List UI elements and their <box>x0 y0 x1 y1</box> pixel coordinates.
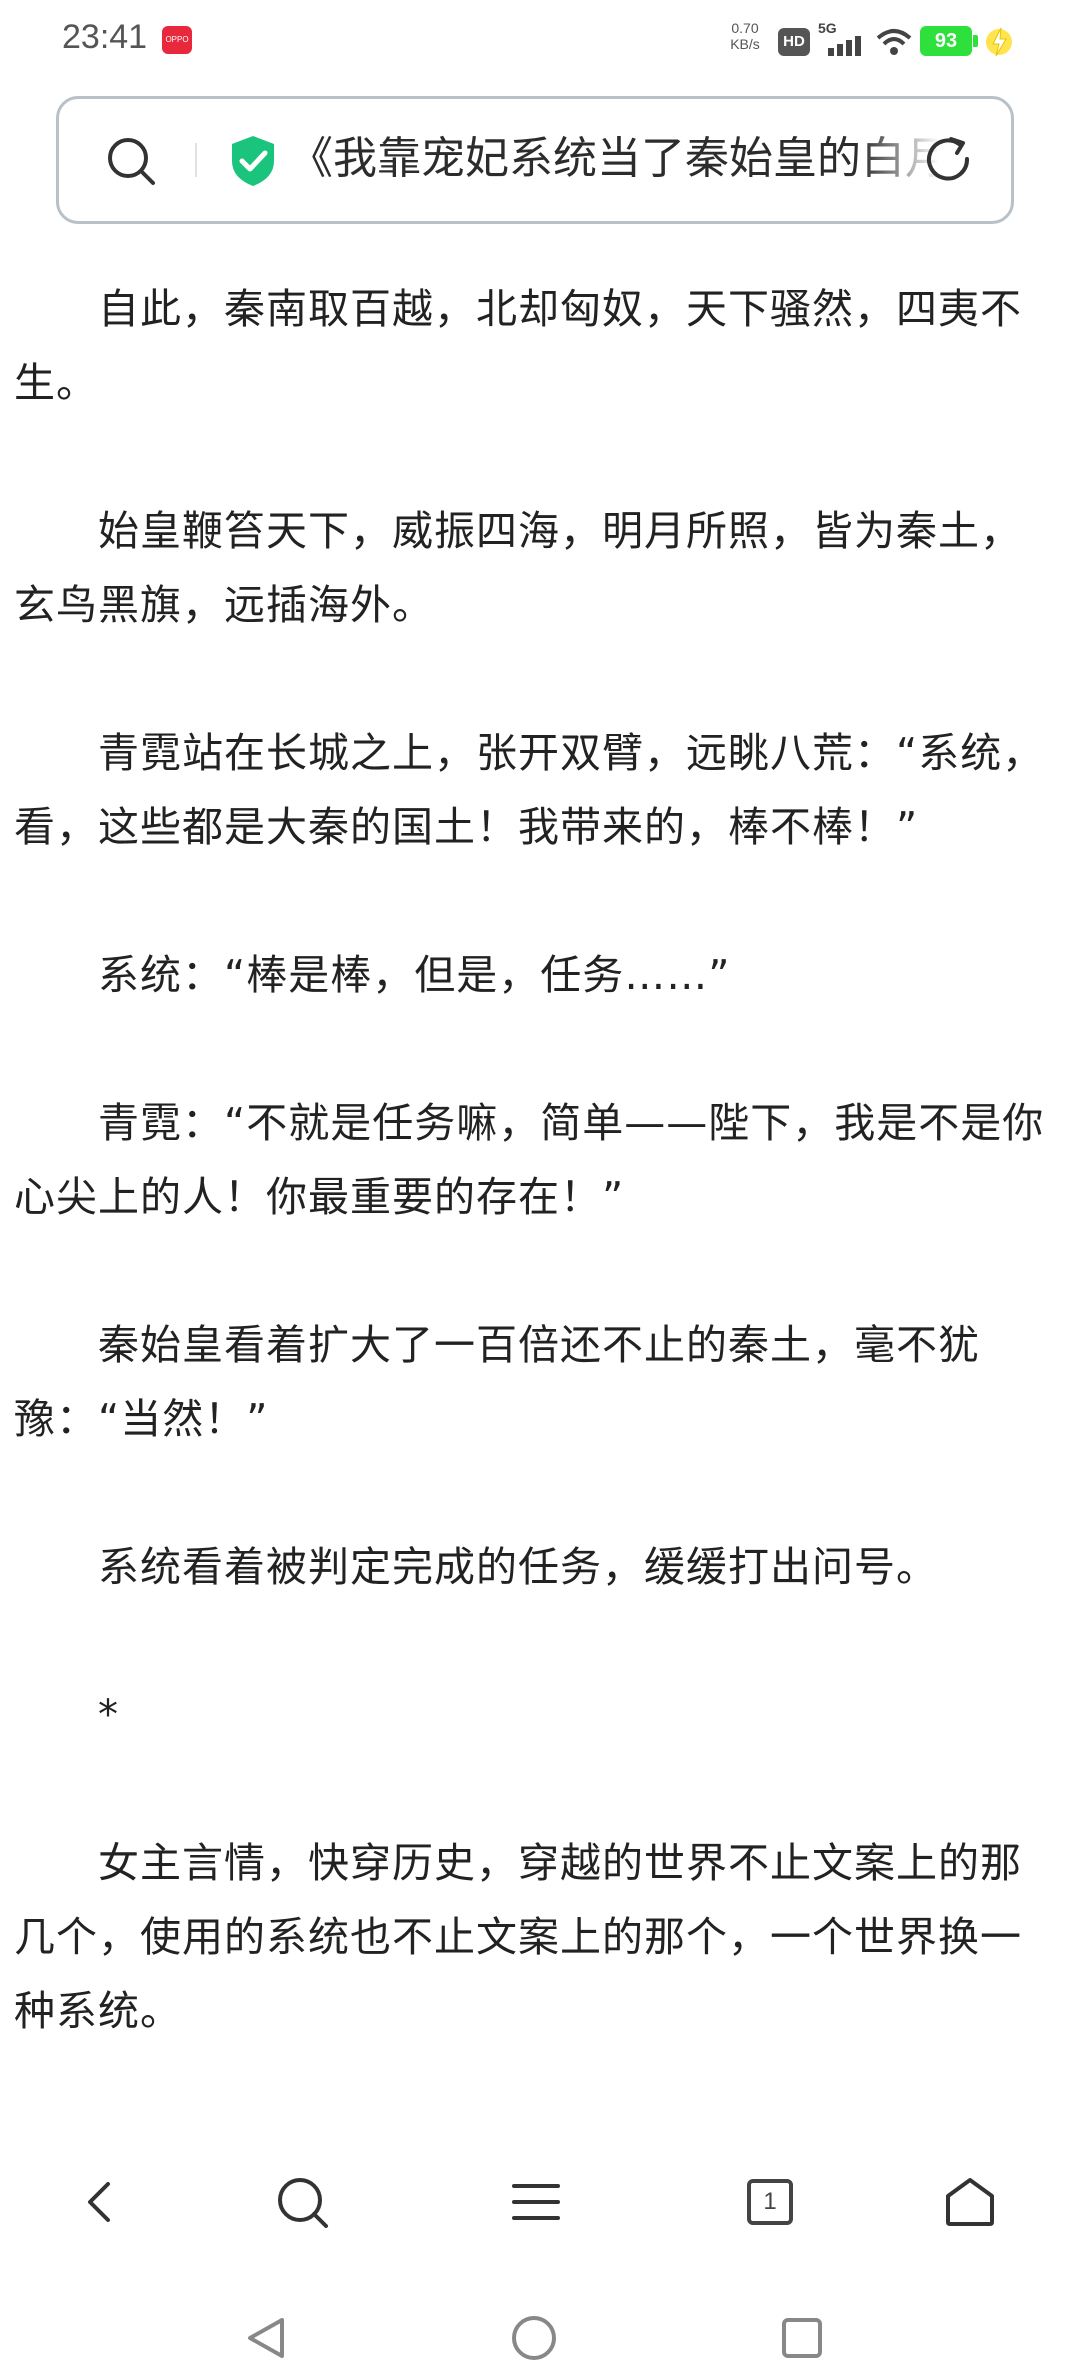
page-title[interactable]: 《我靠宠妃系统当了秦始皇的白月光》 <box>289 127 939 191</box>
nav-recents-icon[interactable] <box>772 2308 832 2368</box>
paragraph: 青霓站在长城之上，张开双臂，远眺八荒：“系统，看，这些都是大秦的国土！我带来的，… <box>14 729 1045 851</box>
system-navigation <box>0 2300 1080 2378</box>
article-content: 自此，秦南取百越，北却匈奴，天下骚然，四夷不生。 始皇鞭笞天下，威振四海，明月所… <box>14 272 1054 2122</box>
shield-check-icon <box>232 136 274 186</box>
wifi-icon <box>876 29 912 55</box>
signal-5g-icon: 5G <box>818 20 868 60</box>
paragraph: 女主言情，快穿历史，穿越的世界不止文案上的那几个，使用的系统也不止文案上的那个，… <box>14 1839 1022 2035</box>
menu-icon[interactable] <box>504 2170 568 2234</box>
paragraph: 系统看着被判定完成的任务，缓缓打出问号。 <box>98 1543 938 1591</box>
status-bar: 23:41 OPPO 0.70 KB/s HD 5G 93 <box>0 0 1080 84</box>
network-speed-unit: KB/s <box>730 36 760 52</box>
network-speed: 0.70 KB/s <box>722 20 768 52</box>
paragraph: 秦始皇看着扩大了一百倍还不止的秦土，毫不犹豫：“当然！” <box>14 1321 980 1443</box>
tab-count: 1 <box>747 2179 793 2225</box>
battery-cap <box>973 35 978 47</box>
section-divider: * <box>98 1692 119 1738</box>
paragraph: 始皇鞭笞天下，威振四海，明月所照，皆为秦土，玄鸟黑旗，远插海外。 <box>14 507 1022 629</box>
address-bar[interactable]: 《我靠宠妃系统当了秦始皇的白月光》 <box>56 96 1014 224</box>
reload-icon[interactable] <box>921 133 977 189</box>
paragraph: 系统：“棒是棒，但是，任务……” <box>98 951 731 999</box>
browser-toolbar: 1 <box>0 2140 1080 2268</box>
notification-app-icon: OPPO <box>162 26 192 54</box>
network-speed-value: 0.70 <box>731 20 759 36</box>
charging-icon <box>986 27 1012 57</box>
address-divider <box>195 143 197 177</box>
tabs-icon[interactable]: 1 <box>738 2170 802 2234</box>
battery-icon: 93 <box>920 26 972 56</box>
search-icon[interactable] <box>103 133 159 189</box>
home-icon[interactable] <box>938 2170 1002 2234</box>
search-icon[interactable] <box>270 2170 334 2234</box>
back-icon[interactable] <box>70 2170 134 2234</box>
paragraph: 自此，秦南取百越，北却匈奴，天下骚然，四夷不生。 <box>14 285 1022 407</box>
status-time: 23:41 <box>62 18 148 56</box>
hd-icon: HD <box>778 28 810 56</box>
nav-back-icon[interactable] <box>236 2308 296 2368</box>
nav-home-icon[interactable] <box>504 2308 564 2368</box>
paragraph: 青霓：“不就是任务嘛，简单——陛下，我是不是你心尖上的人！你最重要的存在！” <box>14 1099 1045 1221</box>
